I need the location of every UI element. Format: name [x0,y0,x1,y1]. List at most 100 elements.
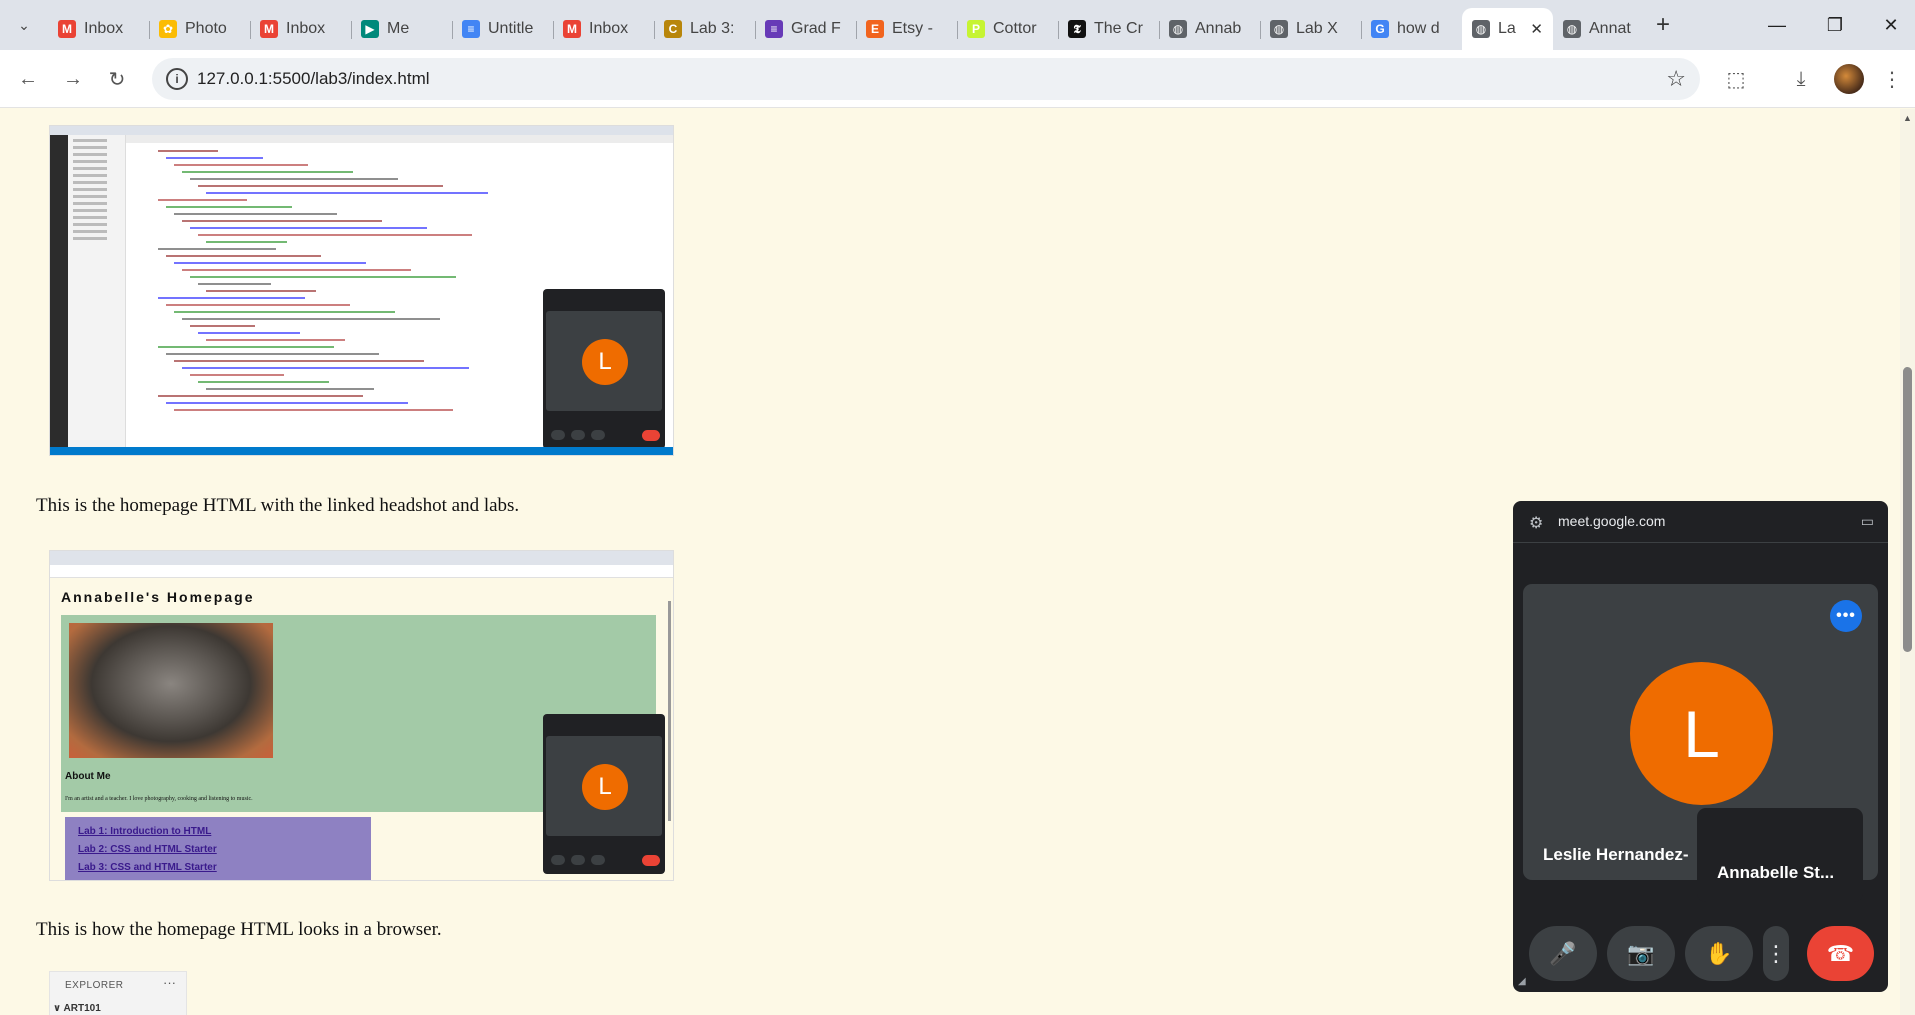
google-icon: G [1371,20,1389,38]
browser-menu-button[interactable]: ⋮ [1877,64,1907,94]
globe-icon: ◍ [1563,20,1581,38]
site-info-icon[interactable]: i [166,68,188,90]
etsy-icon: E [866,20,884,38]
close-window-button[interactable]: ✕ [1876,12,1906,38]
scroll-up-arrow-icon[interactable]: ▲ [1903,113,1912,123]
mini-scrollbar [668,601,671,821]
reload-button[interactable]: ↻ [102,64,132,94]
homepage-title: Annabelle's Homepage [61,589,255,605]
p-icon: P [967,20,985,38]
browser-tab[interactable]: M Inbox [48,12,149,46]
pip-header: ⚙ meet.google.com ▭ [1513,501,1888,543]
close-tab-icon[interactable]: ✕ [1530,20,1543,38]
explorer-header: EXPLORER [65,980,124,991]
page-scrollbar[interactable]: ▲ [1900,109,1915,1015]
downloads-button[interactable]: ⤓ [1786,64,1816,94]
explorer-screenshot: EXPLORER ··· ∨ ART101 [49,971,187,1015]
minimize-button[interactable]: — [1762,12,1792,38]
restore-button[interactable]: ❐ [1820,12,1850,38]
mini-meet-avatar: L [582,339,628,385]
gmail-icon: M [260,20,278,38]
meet-pip-window[interactable]: ⚙ meet.google.com ▭ ••• L Leslie Hernand… [1513,501,1888,992]
browser-tab[interactable]: M Inbox [250,12,351,46]
chevron-down-icon: ⌄ [18,16,30,33]
arrow-left-icon: ← [18,67,38,90]
scroll-thumb[interactable] [1903,367,1912,652]
tab-label: how d [1397,20,1440,37]
tab-label: Annat [1589,20,1631,37]
browser-tab[interactable]: M Inbox [553,12,654,46]
vscode-titlebar [50,126,673,135]
browser-tab[interactable]: ◍ Annab [1159,12,1260,46]
tab-list: M Inbox ✿ Photo M Inbox ▶ Me ≡ Untitle M Inbox C Lab … [48,8,1654,50]
browser-tab[interactable]: ≡ Untitle [452,12,553,46]
forms-icon: ≡ [765,20,783,38]
new-tab-button[interactable]: + [1650,11,1676,38]
caption-html: This is the homepage HTML with the linke… [36,495,520,516]
mic-button[interactable]: 🎤 [1529,926,1597,981]
address-bar[interactable]: i 127.0.0.1:5500/lab3/index.html ☆ [152,58,1700,100]
tab-label: Inbox [84,20,124,37]
back-to-tab-icon[interactable]: ▭ [1861,513,1874,530]
video-camera-icon: 📷 [1627,940,1655,966]
tab-label: Lab X [1296,20,1338,37]
photos-icon: ✿ [159,20,177,38]
browser-tab[interactable]: C Lab 3: [654,12,755,46]
raise-hand-button[interactable]: ✋ [1685,926,1753,981]
url-text[interactable]: 127.0.0.1:5500/lab3/index.html [197,69,430,89]
lab-navigation: Lab 1: Introduction to HTML Lab 2: CSS a… [65,817,371,880]
browser-tab[interactable]: E Etsy - [856,12,957,46]
browser-tab[interactable]: ◍ La ✕ [1462,8,1553,50]
browser-tab[interactable]: ≡ Grad F [755,12,856,46]
profile-avatar[interactable] [1834,64,1864,94]
end-call-button[interactable]: ☎ [1807,926,1874,981]
mini-address-bar [50,565,673,578]
globe-icon: ◍ [1270,20,1288,38]
resize-handle-icon[interactable]: ◢ [1518,976,1526,987]
browser-tab[interactable]: ▶ Me [351,12,452,46]
browser-tab[interactable]: 𝕿 The Cr [1058,12,1159,46]
globe-icon: ◍ [1472,20,1490,38]
browser-tab[interactable]: ◍ Annat [1553,12,1654,46]
participant-name: Leslie Hernandez- [1543,845,1689,864]
self-view-tile: Annabelle St... [1697,808,1863,902]
about-heading: About Me [65,771,111,782]
self-name: Annabelle St... [1717,863,1835,882]
mini-meet-window: L [543,289,665,449]
hand-icon: ✋ [1705,940,1733,966]
download-icon: ⤓ [1796,67,1806,90]
browser-tab[interactable]: Ghow d [1361,12,1462,46]
tab-label: Lab 3: [690,20,735,37]
browser-toolbar: ← → ↻ i 127.0.0.1:5500/lab3/index.html ☆… [0,50,1915,108]
tab-label: Me [387,20,410,37]
browser-tab[interactable]: ◍ Lab X [1260,12,1361,46]
reload-icon: ↻ [108,68,126,91]
tab-label: Grad F [791,20,841,37]
tab-strip: ⌄ M Inbox ✿ Photo M Inbox ▶ Me ≡ Untitle M Inbox C La… [0,0,1915,50]
vscode-code-area [148,150,488,416]
more-options-button[interactable]: ⋮ [1763,926,1789,981]
participant-avatar: L [1630,662,1773,805]
tab-label: Etsy - [892,20,933,37]
tab-label: Inbox [286,20,326,37]
camera-button[interactable]: 📷 [1607,926,1675,981]
mini-end-call-icon [642,855,660,866]
csu-icon: C [664,20,682,38]
lab-link-3: Lab 3: CSS and HTML Starter [78,862,217,873]
site-settings-icon[interactable]: ⚙ [1529,513,1543,533]
browser-tab[interactable]: P Cottor [957,12,1058,46]
forward-button[interactable]: → [58,64,88,94]
hang-up-icon: ☎ [1826,940,1855,966]
explorer-folder-row: ∨ ART101 [53,1003,101,1014]
tab-label: La [1498,20,1516,37]
back-button[interactable]: ← [13,64,43,94]
browser-tab[interactable]: ✿ Photo [149,12,250,46]
kebab-menu-icon: ⋮ [1882,68,1902,91]
tab-search-button[interactable]: ⌄ [10,11,38,39]
tab-label: Untitle [488,20,534,37]
mini-meet-avatar: L [582,764,628,810]
vscode-explorer [68,135,126,449]
bookmark-star-icon[interactable]: ☆ [1666,66,1686,92]
extensions-button[interactable]: ⬚ [1721,64,1751,94]
participant-more-button[interactable]: ••• [1830,600,1862,632]
